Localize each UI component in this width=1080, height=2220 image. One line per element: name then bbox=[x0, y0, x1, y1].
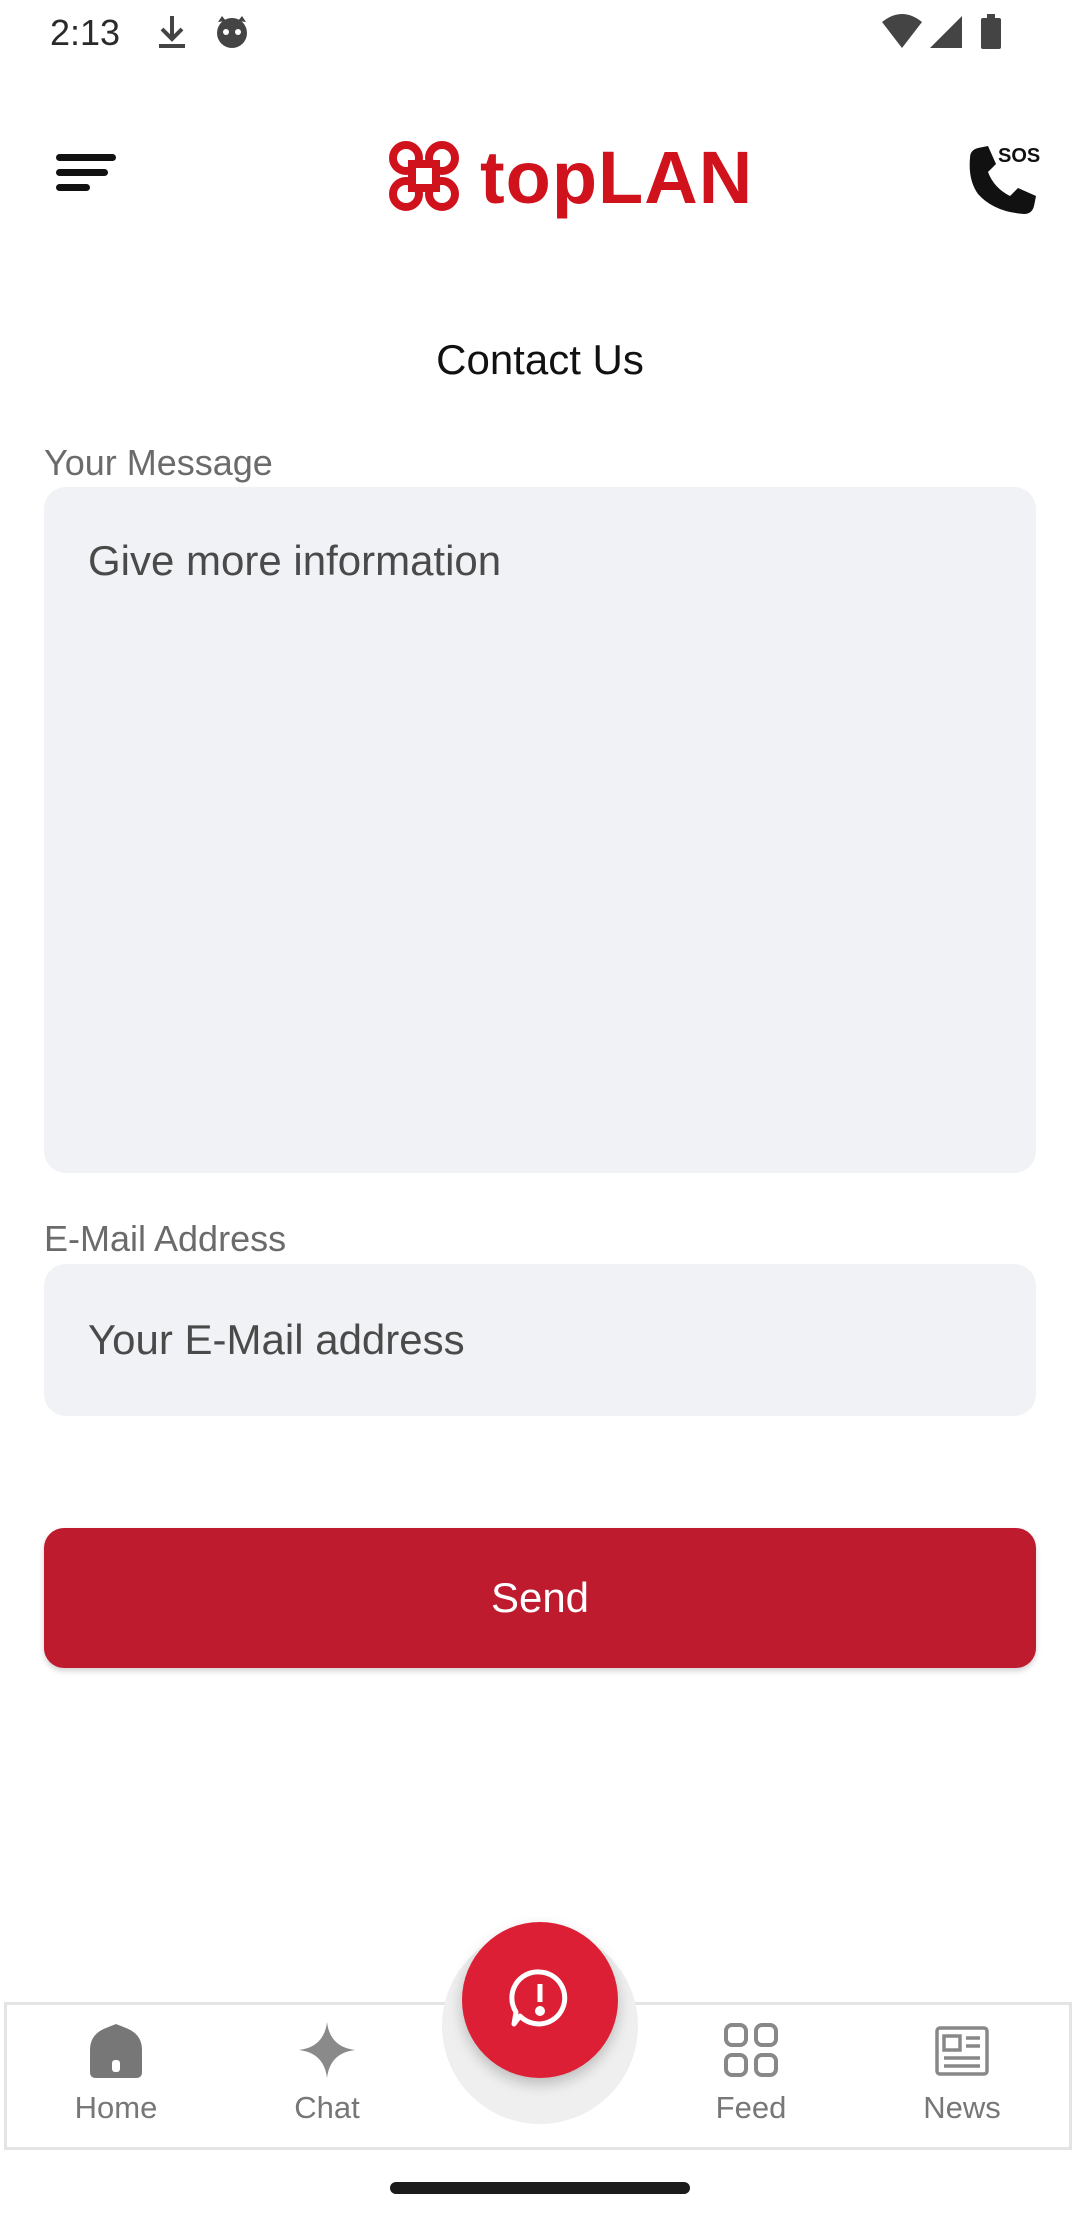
nav-label-feed: Feed bbox=[715, 2090, 787, 2125]
cat-notification-icon bbox=[214, 14, 250, 55]
status-time: 2:13 bbox=[50, 12, 121, 53]
phone-sos-icon: SOS bbox=[956, 145, 1056, 226]
nav-label-home: Home bbox=[74, 2090, 158, 2125]
nav-item-home[interactable]: Home bbox=[36, 2020, 196, 2140]
brand-symbol-icon bbox=[386, 138, 462, 219]
message-label: Your Message bbox=[44, 442, 273, 483]
alert-chat-icon bbox=[508, 1966, 572, 2035]
page-title: Contact Us bbox=[436, 336, 644, 383]
email-field[interactable] bbox=[44, 1264, 1036, 1416]
battery-icon bbox=[980, 14, 1002, 55]
menu-button[interactable] bbox=[48, 140, 134, 210]
message-textarea[interactable] bbox=[44, 487, 1036, 1173]
brand-logo: topLAN bbox=[386, 138, 753, 218]
email-label: E-Mail Address bbox=[44, 1218, 287, 1259]
home-indicator[interactable] bbox=[390, 2182, 690, 2194]
menu-icon bbox=[48, 154, 118, 204]
brand-name: topLAN bbox=[480, 136, 754, 219]
nav-item-feed[interactable]: Feed bbox=[671, 2020, 831, 2140]
nav-label-chat: Chat bbox=[294, 2090, 360, 2125]
sos-call-button[interactable]: SOS bbox=[956, 138, 1056, 222]
nav-item-chat[interactable]: Chat bbox=[247, 2020, 407, 2140]
sos-text: SOS bbox=[998, 145, 1040, 167]
alert-chat-fab[interactable] bbox=[462, 1922, 618, 2078]
wifi-icon bbox=[880, 14, 924, 55]
nav-item-news[interactable]: News bbox=[882, 2020, 1042, 2140]
signal-icon bbox=[928, 14, 964, 55]
nav-label-news: News bbox=[923, 2090, 1001, 2125]
download-icon bbox=[156, 14, 188, 55]
status-bar: 2:13 bbox=[0, 0, 1080, 66]
send-button[interactable]: Send bbox=[44, 1528, 1036, 1668]
